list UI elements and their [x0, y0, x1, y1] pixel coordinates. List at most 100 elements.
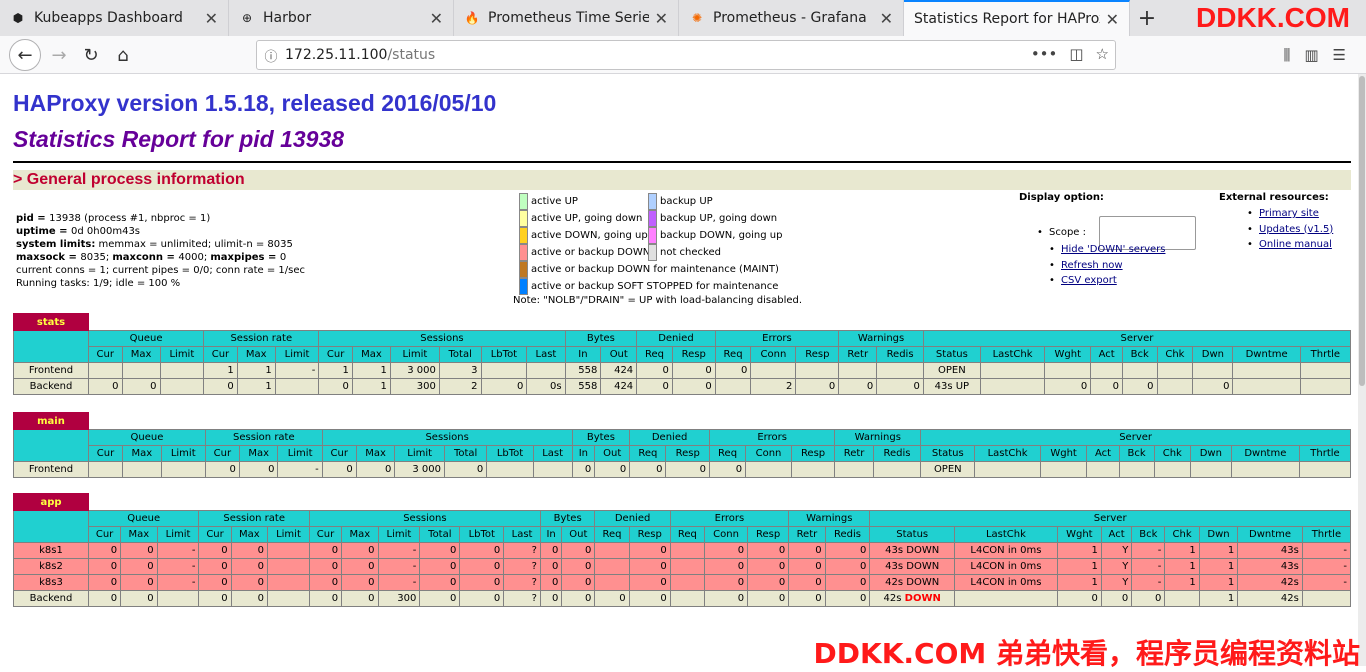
- row-label[interactable]: k8s2: [13, 558, 89, 575]
- external-resources-title: External resources:: [1219, 192, 1329, 203]
- table-cell: 1: [1056, 574, 1102, 591]
- table-cell: [159, 362, 205, 379]
- proxy-name[interactable]: main: [13, 412, 89, 430]
- proxy-name-spacer: [88, 412, 1351, 430]
- legend-label: backup DOWN, going up: [660, 230, 783, 241]
- external-resource-link[interactable]: Updates (v1.5): [1259, 224, 1333, 235]
- tab-haproxy-stats[interactable]: Statistics Report for HAProxy ✕: [904, 0, 1130, 36]
- proxy-name[interactable]: stats: [13, 313, 89, 331]
- column-group-header: Queue: [88, 429, 206, 446]
- table-cell: -: [1301, 574, 1352, 591]
- close-tab-icon[interactable]: ✕: [1106, 10, 1119, 29]
- column-header: Redis: [824, 526, 871, 543]
- column-header: Total: [419, 526, 461, 543]
- table-cell: [954, 590, 1058, 607]
- table-cell: [1232, 362, 1301, 379]
- column-header: Dwn: [1192, 346, 1234, 363]
- tab-kubeapps[interactable]: ⬢ Kubeapps Dashboard ✕: [0, 0, 229, 36]
- column-header: Act: [1086, 445, 1120, 462]
- column-group-header: Errors: [714, 330, 840, 347]
- info-icon[interactable]: ⓘ: [257, 46, 285, 65]
- column-header: Out: [600, 346, 638, 363]
- column-header: Limit: [389, 346, 440, 363]
- table-cell: 0: [824, 542, 871, 559]
- sidebar-icon[interactable]: ▥: [1304, 46, 1318, 64]
- row-label[interactable]: k8s1: [13, 542, 89, 559]
- table-cell: 0: [1100, 590, 1133, 607]
- table-cell: [160, 461, 206, 478]
- new-tab-button[interactable]: +: [1132, 0, 1162, 36]
- display-option-link[interactable]: Hide 'DOWN' servers: [1061, 244, 1165, 255]
- table-cell: [267, 590, 310, 607]
- table-cell: Y: [1100, 542, 1133, 559]
- tab-prometheus[interactable]: 🔥 Prometheus Time Series C ✕: [454, 0, 679, 36]
- table-cell: [1044, 362, 1092, 379]
- column-header: In: [571, 445, 596, 462]
- table-cell: [750, 362, 797, 379]
- back-button[interactable]: ←: [9, 39, 41, 71]
- row-label[interactable]: Frontend: [13, 461, 89, 478]
- display-option-link[interactable]: CSV export: [1061, 275, 1117, 286]
- proxy-name[interactable]: app: [13, 493, 89, 511]
- table-cell: 1: [236, 362, 276, 379]
- row-label[interactable]: Frontend: [13, 362, 89, 379]
- table-cell: [1090, 362, 1123, 379]
- table-cell: [480, 362, 528, 379]
- column-group-header: Denied: [636, 330, 716, 347]
- table-cell: [876, 362, 924, 379]
- column-header: Retr: [788, 526, 826, 543]
- menu-icon[interactable]: ☰: [1333, 46, 1346, 64]
- row-label[interactable]: Backend: [13, 590, 89, 607]
- column-group-header: Sessions: [308, 510, 541, 527]
- column-group-header: Server: [869, 510, 1351, 527]
- display-option-link[interactable]: Refresh now: [1061, 260, 1123, 271]
- url-bar[interactable]: ⓘ 172.25.11.100/status ••• ◫ ☆: [256, 40, 1116, 70]
- table-cell: -: [156, 542, 200, 559]
- status-down-text: DOWN: [904, 593, 941, 604]
- table-cell: [1301, 590, 1352, 607]
- scope-label: Scope :: [1049, 227, 1087, 238]
- tab-grafana[interactable]: ✺ Prometheus - Grafana ✕: [679, 0, 904, 36]
- close-tab-icon[interactable]: ✕: [880, 9, 893, 28]
- column-header: Dwntme: [1232, 346, 1301, 363]
- table-cell: 0: [355, 461, 396, 478]
- bookmark-star-icon[interactable]: ☆: [1096, 45, 1109, 63]
- table-cell: L4CON in 0ms: [954, 558, 1058, 575]
- page-title: HAProxy version 1.5.18, released 2016/05…: [13, 90, 497, 116]
- home-button[interactable]: ⌂: [108, 40, 138, 70]
- table-cell: [979, 362, 1046, 379]
- column-header: Max: [351, 346, 391, 363]
- column-header: LastChk: [974, 445, 1041, 462]
- pocket-icon[interactable]: ◫: [1069, 45, 1083, 63]
- table-cell: [122, 461, 162, 478]
- table-cell: 3 000: [389, 362, 440, 379]
- library-icon[interactable]: ⫼: [1283, 46, 1290, 64]
- row-label[interactable]: k8s3: [13, 574, 89, 591]
- column-header: Dwntme: [1230, 445, 1301, 462]
- column-header: Resp: [795, 346, 840, 363]
- reload-button[interactable]: ↻: [76, 40, 106, 70]
- tab-harbor[interactable]: ⊕ Harbor ✕: [229, 0, 454, 36]
- forward-button[interactable]: →: [44, 40, 74, 70]
- grafana-icon: ✺: [691, 11, 703, 25]
- table-cell: 0: [838, 378, 878, 395]
- column-header: Cur: [321, 445, 357, 462]
- legend-label: not checked: [660, 247, 721, 258]
- table-cell: 1: [318, 362, 353, 379]
- close-tab-icon[interactable]: ✕: [655, 9, 668, 28]
- column-header: Dwntme: [1237, 526, 1303, 543]
- scrollbar-thumb[interactable]: [1359, 76, 1365, 386]
- table-cell: ?: [503, 574, 541, 591]
- harbor-icon: ⊕: [241, 11, 253, 25]
- table-cell: 0: [459, 590, 505, 607]
- external-resource-link[interactable]: Primary site: [1259, 208, 1319, 219]
- table-cell: 0: [824, 590, 871, 607]
- scrollbar[interactable]: [1358, 74, 1366, 666]
- external-resource-link[interactable]: Online manual: [1259, 239, 1332, 250]
- page-actions-icon[interactable]: •••: [1031, 45, 1058, 63]
- header-corner: [13, 429, 89, 462]
- close-tab-icon[interactable]: ✕: [205, 9, 218, 28]
- column-header: Limit: [277, 445, 323, 462]
- row-label[interactable]: Backend: [13, 378, 89, 395]
- close-tab-icon[interactable]: ✕: [430, 9, 443, 28]
